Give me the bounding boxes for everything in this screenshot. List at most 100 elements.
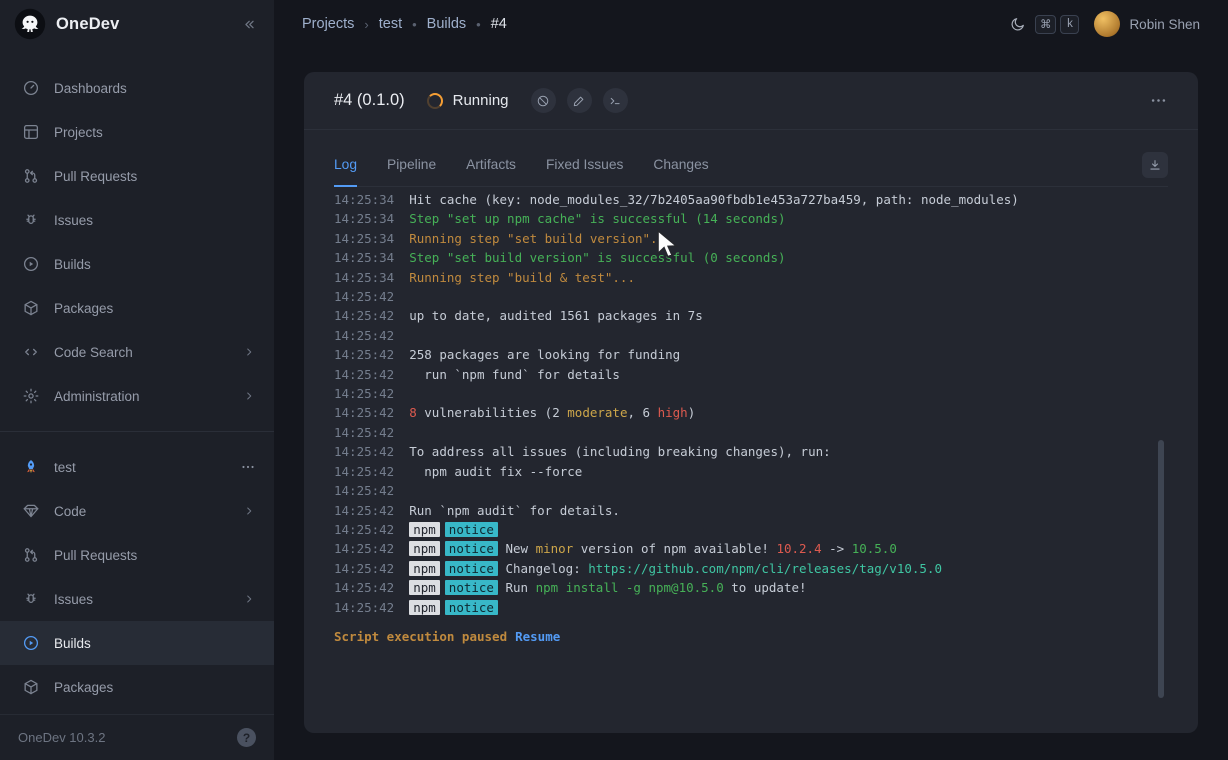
- log-text: , 6: [627, 405, 657, 420]
- log-viewport: 14:25:34 Hit cache (key: node_modules_32/…: [334, 189, 1168, 620]
- tab-changes[interactable]: Changes: [653, 157, 708, 187]
- log-text: Running step "build & test"...: [409, 270, 635, 285]
- sidebar-item-pull-requests[interactable]: Pull Requests: [0, 533, 274, 577]
- log-line: 14:25:42: [334, 423, 1168, 442]
- log-timestamp: 14:25:42: [334, 541, 394, 556]
- build-status: Running: [427, 92, 509, 109]
- edit-build-button[interactable]: [567, 88, 592, 113]
- log-timestamp: 14:25:42: [334, 444, 394, 459]
- log-timestamp: 14:25:34: [334, 231, 394, 246]
- log-scrollbar[interactable]: [1158, 440, 1164, 698]
- npm-badge: npm: [409, 561, 440, 576]
- log-timestamp: 14:25:42: [334, 580, 394, 595]
- log-line: 14:25:42: [334, 481, 1168, 500]
- sidebar-item-label: Issues: [54, 213, 256, 228]
- build-card-header: #4 (0.1.0) Running: [304, 72, 1198, 130]
- tab-artifacts[interactable]: Artifacts: [466, 157, 516, 187]
- npm-badge: npm: [409, 580, 440, 595]
- user-name[interactable]: Robin Shen: [1129, 17, 1200, 32]
- log-timestamp: 14:25:34: [334, 211, 394, 226]
- breadcrumb-item--4: #4: [491, 16, 507, 32]
- log-text: To address all issues (including breakin…: [409, 444, 830, 459]
- log-text: version of npm available!: [573, 541, 776, 556]
- log-timestamp: 14:25:42: [334, 464, 394, 479]
- builds-icon: [22, 255, 40, 273]
- sidebar-item-administration[interactable]: Administration: [0, 374, 274, 418]
- sidebar-item-builds[interactable]: Builds: [0, 242, 274, 286]
- brand-name: OneDev: [56, 15, 120, 34]
- log-line: 14:25:34 Running step "build & test"...: [334, 268, 1168, 287]
- rocket-icon: [22, 458, 40, 476]
- sidebar-item-label: Administration: [54, 389, 228, 404]
- breadcrumb-item-builds[interactable]: Builds: [427, 16, 467, 32]
- log-line: 14:25:42258 packages are looking for fun…: [334, 345, 1168, 364]
- log-text: 10.5.0: [852, 541, 897, 556]
- sidebar-item-projects[interactable]: Projects: [0, 110, 274, 154]
- log-link[interactable]: https://github.com/npm/cli/releases/tag/…: [588, 561, 942, 576]
- administration-icon: [22, 387, 40, 405]
- dark-mode-toggle-icon[interactable]: [1009, 16, 1026, 33]
- log-text: Hit cache (key: node_modules_32/7b2405aa…: [409, 192, 1019, 207]
- pause-text: Script execution paused: [334, 629, 507, 644]
- code-search-icon: [22, 343, 40, 361]
- sidebar-item-pull-requests[interactable]: Pull Requests: [0, 154, 274, 198]
- sidebar-divider: [0, 431, 274, 432]
- kbd-key: k: [1060, 15, 1079, 34]
- log-line: 14:25:42Run `npm audit` for details.: [334, 501, 1168, 520]
- log-line: 14:25:42: [334, 384, 1168, 403]
- projects-icon: [22, 123, 40, 141]
- log-text: Run: [498, 580, 536, 595]
- sidebar-item-code-search[interactable]: Code Search: [0, 330, 274, 374]
- log-timestamp: 14:25:42: [334, 308, 394, 323]
- cancel-build-button[interactable]: [531, 88, 556, 113]
- build-status-label: Running: [453, 92, 509, 109]
- sidebar-item-builds[interactable]: Builds: [0, 621, 274, 665]
- sidebar-item-code[interactable]: Code: [0, 489, 274, 533]
- log-line: 14:25:42npmnotice Changelog: https://git…: [334, 559, 1168, 578]
- log-text: vulnerabilities (2: [417, 405, 568, 420]
- build-more-button[interactable]: [1149, 91, 1168, 110]
- download-log-button[interactable]: [1142, 152, 1168, 178]
- log-timestamp: 14:25:42: [334, 483, 394, 498]
- breadcrumb-item-test[interactable]: test: [379, 16, 402, 32]
- issues-icon: [22, 590, 40, 608]
- log-text: up to date, audited 1561 packages in 7s: [409, 308, 703, 323]
- project-more-button[interactable]: [240, 459, 256, 475]
- command-palette-shortcut[interactable]: ⌘k: [1035, 15, 1080, 34]
- log-timestamp: 14:25:42: [334, 347, 394, 362]
- sidebar-item-issues[interactable]: Issues: [0, 577, 274, 621]
- sidebar-item-label: Packages: [54, 301, 256, 316]
- sidebar-item-label: Code: [54, 504, 228, 519]
- tab-pipeline[interactable]: Pipeline: [387, 157, 436, 187]
- build-title: #4 (0.1.0): [334, 91, 405, 110]
- help-button[interactable]: ?: [237, 728, 256, 747]
- pull-request-icon: [22, 167, 40, 185]
- sidebar-item-packages[interactable]: Packages: [0, 665, 274, 709]
- sidebar-footer: OneDev 10.3.2 ?: [0, 714, 274, 760]
- breadcrumb-item-projects[interactable]: Projects: [302, 16, 354, 32]
- project-name: test: [54, 460, 226, 475]
- resume-link[interactable]: Resume: [515, 629, 560, 644]
- log-line: 14:25:42: [334, 287, 1168, 306]
- log-timestamp: 14:25:42: [334, 561, 394, 576]
- sidebar-item-dashboards[interactable]: Dashboards: [0, 66, 274, 110]
- log-text: Running step "set build version"...: [409, 231, 672, 246]
- sidebar-item-issues[interactable]: Issues: [0, 198, 274, 242]
- web-terminal-button[interactable]: [603, 88, 628, 113]
- tab-log[interactable]: Log: [334, 157, 357, 187]
- sidebar-item-packages[interactable]: Packages: [0, 286, 274, 330]
- notice-badge: notice: [445, 580, 498, 595]
- log-text: ->: [822, 541, 852, 556]
- chevron-right-icon: [242, 345, 256, 359]
- chevron-right-icon: [242, 389, 256, 403]
- log-timestamp: 14:25:34: [334, 270, 394, 285]
- sidebar-project-test[interactable]: test: [0, 445, 274, 489]
- chevron-right-icon: [242, 504, 256, 518]
- avatar[interactable]: [1094, 11, 1120, 37]
- log-line: 14:25:42 npm audit fix --force: [334, 462, 1168, 481]
- log-text: to update!: [724, 580, 807, 595]
- tab-fixed-issues[interactable]: Fixed Issues: [546, 157, 623, 187]
- sidebar-collapse-button[interactable]: [241, 16, 258, 33]
- pull-request-icon: [22, 546, 40, 564]
- chevron-right-icon: [242, 592, 256, 606]
